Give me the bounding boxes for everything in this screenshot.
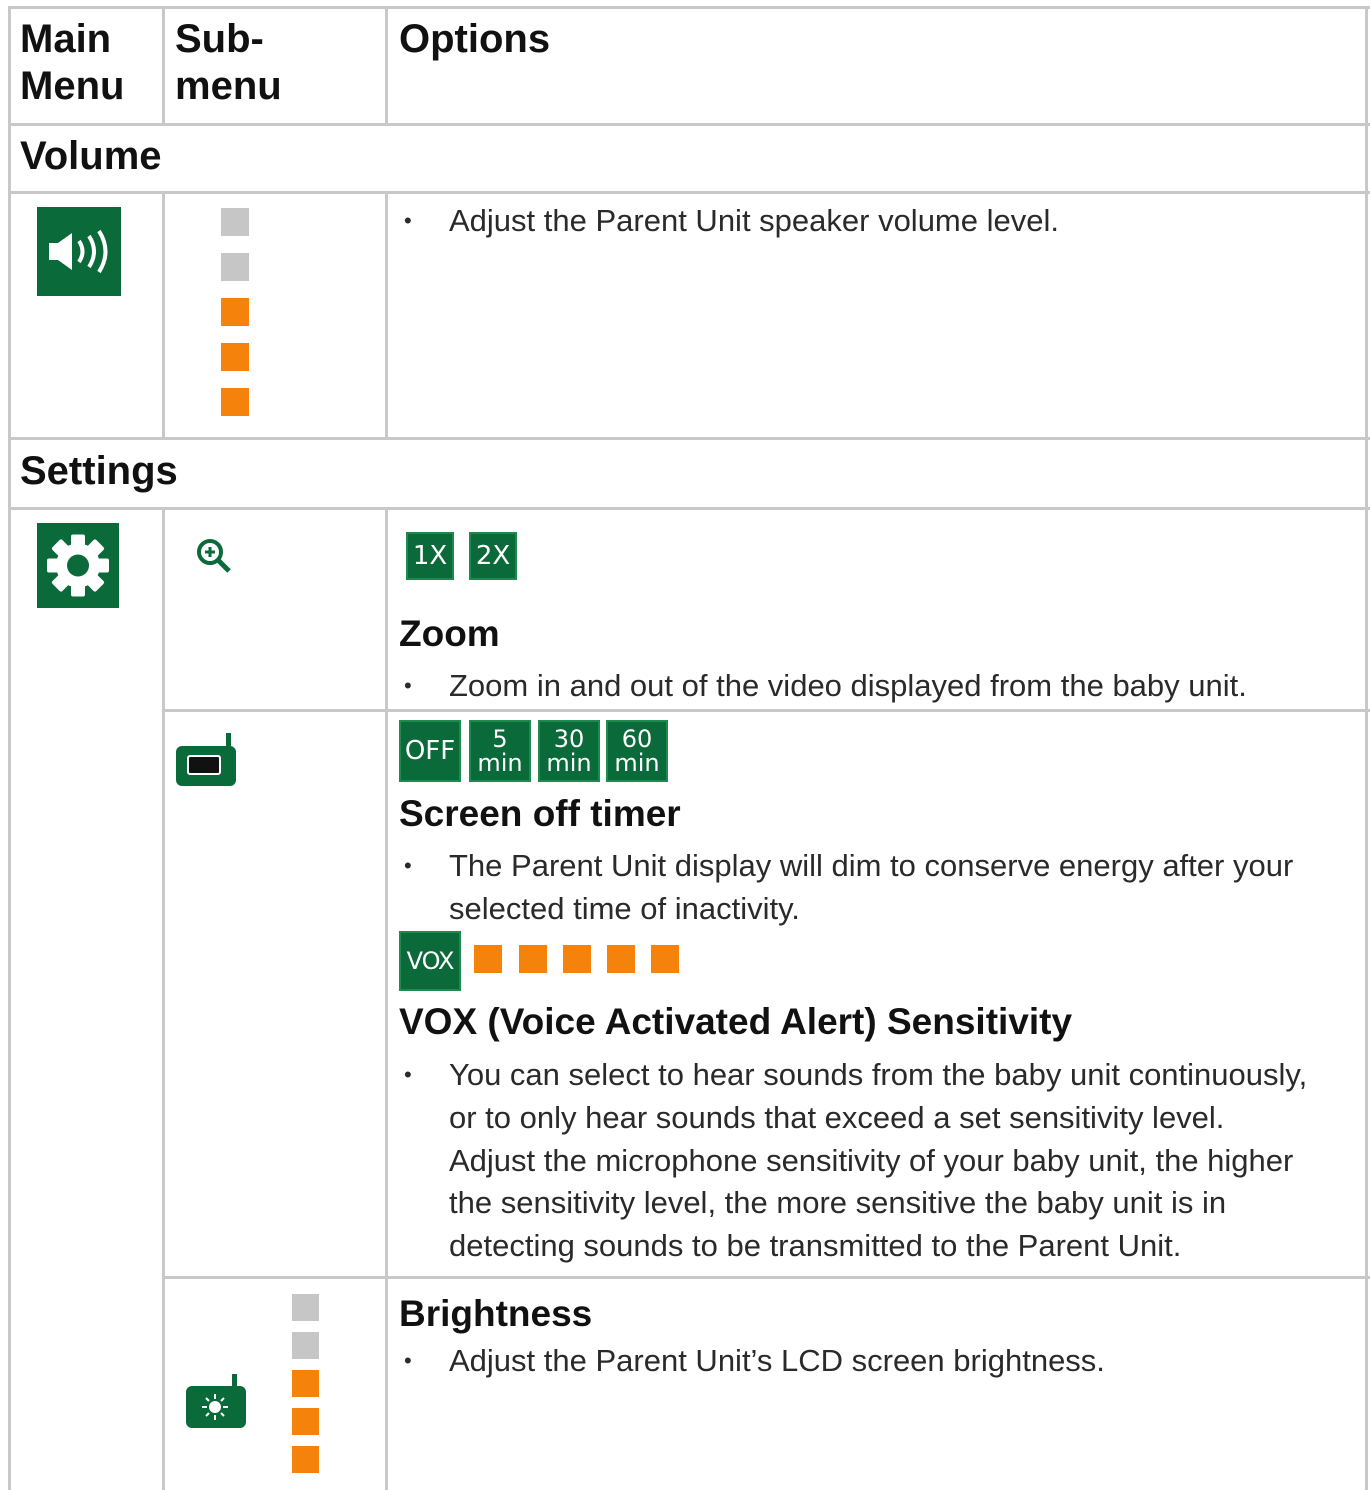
header-sub-menu: Sub- menu	[175, 16, 282, 110]
timer-option-30min-unit: min	[546, 749, 592, 777]
header-main-menu-line1: Main	[20, 17, 112, 61]
col-divider-2-settings	[385, 507, 388, 1490]
screen-off-timer-title: Screen off timer	[399, 793, 681, 834]
col-divider-2-volume	[385, 191, 388, 439]
header-main-menu: Main Menu	[20, 16, 124, 110]
vox-level-3	[563, 945, 591, 973]
timer-option-30min-value: 30	[553, 725, 585, 753]
vox-level-2	[519, 945, 547, 973]
brightness-level-5	[292, 1446, 319, 1473]
zoom-description-text: Zoom in and out of the video displayed f…	[449, 668, 1247, 703]
table-border-top	[8, 6, 1370, 9]
timer-option-5min-value: 5	[492, 725, 508, 753]
brightness-title: Brightness	[399, 1293, 593, 1334]
header-main-menu-line2: Menu	[20, 64, 125, 108]
vox-label-box: VOX	[399, 931, 461, 991]
bullet-dot: •	[404, 673, 412, 698]
volume-level-1	[221, 208, 249, 236]
col-divider-1-volume	[162, 191, 165, 439]
zoom-in-icon	[194, 536, 234, 576]
timer-option-60min-unit: min	[614, 749, 660, 777]
vox-level-4	[607, 945, 635, 973]
volume-level-4	[221, 343, 249, 371]
zoom-option-1x: 1X	[406, 532, 454, 580]
header-sub-menu-line2: menu	[175, 64, 282, 108]
vox-label: VOX	[406, 947, 455, 975]
timer-option-5min-unit: min	[477, 749, 523, 777]
vox-description-line3: Adjust the microphone sensitivity of you…	[449, 1143, 1294, 1178]
settings-section-divider	[8, 507, 1370, 510]
vox-title: VOX (Voice Activated Alert) Sensitivity	[399, 1001, 1073, 1042]
timer-option-off-label: OFF	[404, 736, 456, 766]
brightness-level-1	[292, 1294, 319, 1321]
speaker-icon	[37, 207, 121, 296]
volume-description-text: Adjust the Parent Unit speaker volume le…	[449, 203, 1059, 238]
vox-level-5	[651, 945, 679, 973]
header-sub-menu-line1: Sub-	[175, 17, 264, 61]
timer-option-60min-value: 60	[621, 725, 653, 753]
timer-option-5min: 5 min	[469, 720, 531, 782]
brightness-level-4	[292, 1408, 319, 1435]
vox-description-line5: detecting sounds to be transmitted to th…	[449, 1228, 1182, 1263]
volume-level-2	[221, 253, 249, 281]
volume-section-divider	[8, 191, 1370, 194]
brightness-level-2	[292, 1332, 319, 1359]
table-border-right	[1365, 6, 1368, 1490]
timer-option-60min: 60 min	[606, 720, 668, 782]
zoom-row-divider	[162, 709, 1370, 712]
settings-section-title: Settings	[20, 449, 178, 493]
col-divider-1-header	[162, 6, 165, 125]
parent-unit-icon	[174, 733, 238, 789]
timer-row-divider	[162, 1276, 1370, 1279]
vox-description-line2: or to only hear sounds that exceed a set…	[449, 1100, 1225, 1135]
bullet-dot: •	[404, 853, 412, 878]
zoom-option-2x: 2X	[469, 532, 517, 580]
col-divider-1-settings	[162, 507, 165, 1490]
header-divider	[8, 123, 1370, 126]
gear-icon	[37, 523, 119, 608]
bullet-dot: •	[404, 208, 412, 233]
volume-row-divider	[8, 437, 1370, 440]
volume-section-title: Volume	[20, 134, 162, 178]
timer-option-30min: 30 min	[538, 720, 600, 782]
zoom-title: Zoom	[399, 613, 500, 654]
brightness-description-text: Adjust the Parent Unit’s LCD screen brig…	[449, 1343, 1105, 1378]
vox-description-line1: You can select to hear sounds from the b…	[449, 1057, 1308, 1092]
volume-level-3	[221, 298, 249, 326]
timer-option-off: OFF	[399, 720, 461, 782]
bullet-dot: •	[404, 1348, 412, 1373]
zoom-option-1x-label: 1X	[412, 541, 448, 571]
brightness-level-3	[292, 1370, 319, 1397]
vox-description-line4: the sensitivity level, the more sensitiv…	[449, 1185, 1227, 1220]
screen-off-timer-description-line2: selected time of inactivity.	[449, 891, 800, 926]
vox-level-1	[474, 945, 502, 973]
bullet-dot: •	[404, 1062, 412, 1087]
brightness-icon	[184, 1374, 248, 1430]
screen-off-timer-description-line1: The Parent Unit display will dim to cons…	[449, 848, 1294, 883]
table-border-left	[8, 6, 11, 1490]
header-options: Options	[399, 17, 551, 61]
zoom-option-2x-label: 2X	[475, 541, 511, 571]
volume-level-5	[221, 388, 249, 416]
col-divider-2-header	[385, 6, 388, 125]
